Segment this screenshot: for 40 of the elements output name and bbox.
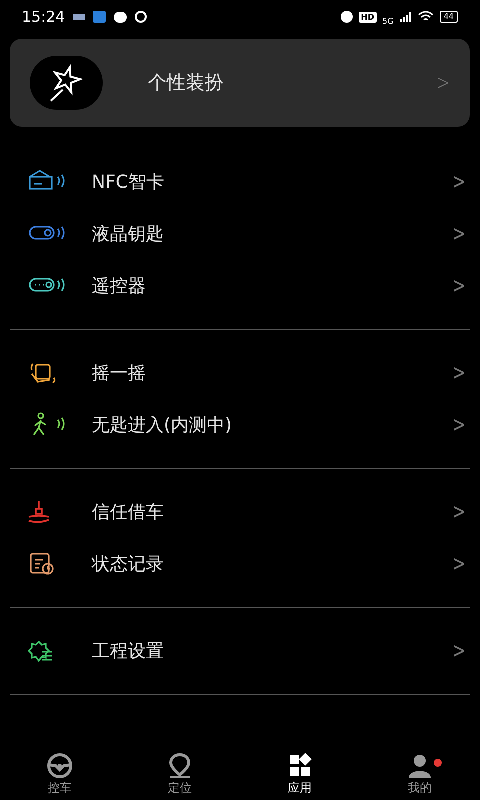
battery-indicator: 44 <box>440 11 458 23</box>
tab[interactable]: 我的 <box>360 750 480 800</box>
banner-title: 个性装扮 <box>148 70 225 96</box>
chevron: > <box>452 220 466 248</box>
menu-item-label: 信任借车 <box>92 500 165 524</box>
tab[interactable]: 应用 <box>240 750 360 800</box>
chevron: > <box>452 360 466 388</box>
menu-item-label: 液晶钥匙 <box>92 222 165 246</box>
menu-item-label: 摇一摇 <box>92 362 147 386</box>
chevron: > <box>452 168 466 196</box>
hd-badge: HD <box>359 12 377 22</box>
menu-item[interactable]: 液晶钥匙 > <box>10 208 470 260</box>
menu-item[interactable]: 状态记录 > <box>10 538 470 590</box>
menu-item-label: 工程设置 <box>92 640 165 664</box>
menu-item[interactable]: 信任借车 > <box>10 486 470 538</box>
menu-item-label: 无匙进入(内测中) <box>92 414 234 438</box>
menu-item[interactable]: 遥控器 > <box>10 260 470 312</box>
chevron: > <box>436 70 450 98</box>
magic-wand-icon <box>30 56 103 110</box>
tab[interactable]: 定位 <box>120 750 240 800</box>
menu-item[interactable]: 工程设置 > <box>10 625 470 677</box>
chevron: > <box>452 550 466 578</box>
chevron: > <box>452 498 466 526</box>
personalize-banner[interactable]: 个性装扮 > <box>10 39 470 127</box>
wifi-icon <box>418 11 434 23</box>
menu-item-label: NFC智卡 <box>92 170 166 194</box>
steering-wheel-icon <box>45 753 75 779</box>
tab[interactable]: 控车 <box>0 750 120 800</box>
menu-item[interactable]: 摇一摇 > <box>10 347 470 399</box>
chevron: > <box>452 272 466 300</box>
clock-time: 15:24 <box>22 6 66 28</box>
chevron: > <box>452 638 466 666</box>
menu-item[interactable]: NFC智卡 > <box>10 156 470 208</box>
signal-icon <box>400 12 412 22</box>
app-icon <box>93 11 106 23</box>
network-label: 5G <box>382 18 394 26</box>
chevron: > <box>452 412 466 440</box>
menu-item[interactable]: 无匙进入(内测中) > <box>10 399 470 451</box>
menu-item-label: 遥控器 <box>92 274 147 298</box>
menu-item-label: 状态记录 <box>92 552 165 576</box>
